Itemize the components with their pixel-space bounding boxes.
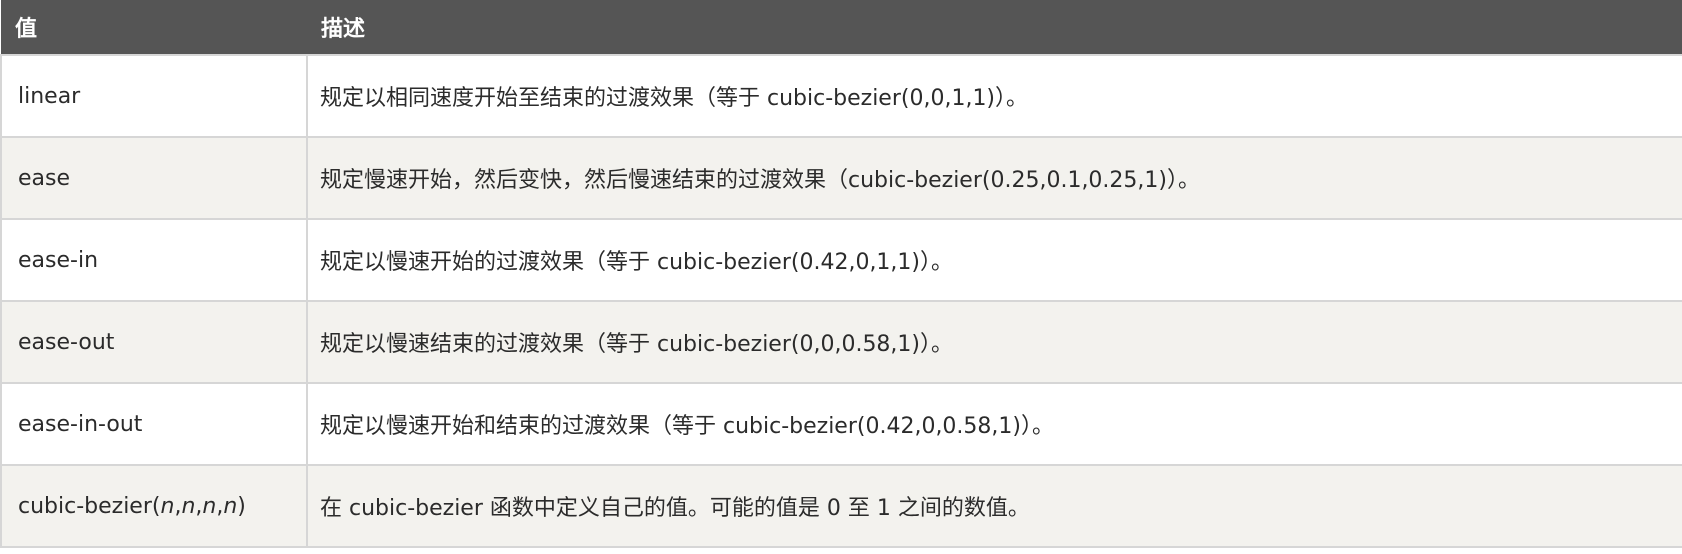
- header-description: 描述: [321, 17, 366, 42]
- value-arg: n: [181, 493, 196, 519]
- cell-value: cubic-bezier(n,n,n,n): [0, 464, 308, 548]
- cell-description: 规定以相同速度开始至结束的过渡效果（等于 cubic-bezier(0,0,1,…: [306, 54, 1682, 138]
- cell-description: 在 cubic-bezier 函数中定义自己的值。可能的值是 0 至 1 之间的…: [306, 464, 1682, 548]
- table-row: ease 规定慢速开始，然后变快，然后慢速结束的过渡效果（cubic-bezie…: [0, 136, 1682, 220]
- cell-value: ease-out: [0, 300, 308, 384]
- value-arg: n: [202, 493, 217, 519]
- cell-description: 规定慢速开始，然后变快，然后慢速结束的过渡效果（cubic-bezier(0.2…: [306, 136, 1682, 220]
- cell-description: 规定以慢速开始和结束的过渡效果（等于 cubic-bezier(0.42,0,0…: [306, 382, 1682, 466]
- table-row: linear 规定以相同速度开始至结束的过渡效果（等于 cubic-bezier…: [0, 54, 1682, 138]
- table-row: ease-out 规定以慢速结束的过渡效果（等于 cubic-bezier(0,…: [0, 300, 1682, 384]
- cell-value: linear: [0, 54, 308, 138]
- cell-description: 规定以慢速结束的过渡效果（等于 cubic-bezier(0,0,0.58,1)…: [306, 300, 1682, 384]
- header-row: 值 描述: [1, 0, 1682, 55]
- table-row: cubic-bezier(n,n,n,n) 在 cubic-bezier 函数中…: [0, 464, 1682, 548]
- value-suffix: ): [237, 493, 246, 519]
- table: 值 描述 linear 规定以相同速度开始至结束的过渡效果（等于 cubic-b…: [0, 0, 1682, 548]
- value-arg: n: [223, 493, 238, 519]
- value-prefix: cubic-bezier(: [18, 493, 161, 519]
- table-body: linear 规定以相同速度开始至结束的过渡效果（等于 cubic-bezier…: [0, 54, 1682, 548]
- table-header: 值 描述: [1, 0, 1682, 55]
- value-arg: n: [160, 493, 175, 519]
- table-row: ease-in-out 规定以慢速开始和结束的过渡效果（等于 cubic-bez…: [0, 382, 1682, 466]
- header-value: 值: [15, 17, 38, 42]
- cell-value: ease-in-out: [0, 382, 308, 466]
- cell-value: ease-in: [0, 218, 308, 302]
- cell-description: 规定以慢速开始的过渡效果（等于 cubic-bezier(0.42,0,1,1)…: [306, 218, 1682, 302]
- timing-function-table: 值 描述 linear 规定以相同速度开始至结束的过渡效果（等于 cubic-b…: [0, 0, 1682, 548]
- table-row: ease-in 规定以慢速开始的过渡效果（等于 cubic-bezier(0.4…: [0, 218, 1682, 302]
- cell-value: ease: [0, 136, 308, 220]
